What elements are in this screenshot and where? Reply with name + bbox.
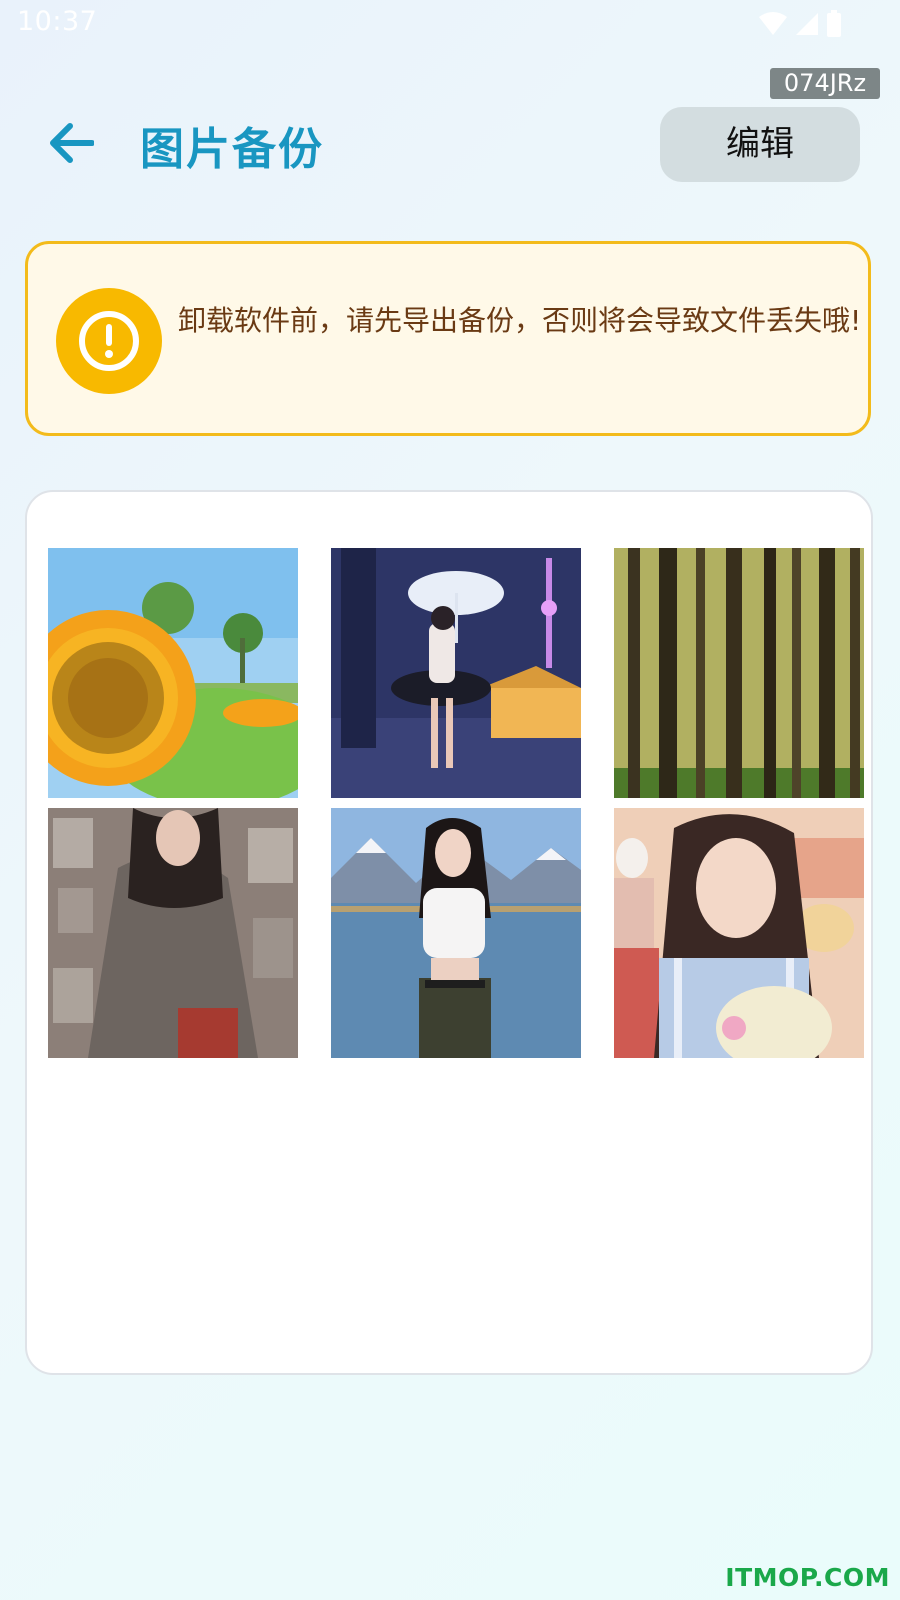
id-tag: 074JRz bbox=[770, 68, 880, 99]
edit-button[interactable]: 编辑 bbox=[660, 107, 860, 182]
image-thumbnail-forest[interactable] bbox=[614, 548, 864, 798]
battery-icon bbox=[826, 10, 842, 38]
site-watermark: ITMOP.COM bbox=[725, 1563, 890, 1592]
status-icons bbox=[758, 10, 842, 38]
image-thumbnail-newspaper-girl[interactable] bbox=[48, 808, 298, 1058]
signal-icon bbox=[794, 11, 820, 37]
wifi-icon bbox=[758, 11, 788, 37]
image-thumbnail-lake-girl[interactable] bbox=[331, 808, 581, 1058]
image-gallery bbox=[25, 490, 873, 1375]
warning-message: 卸载软件前，请先导出备份，否则将会导致文件丢失哦! bbox=[178, 304, 862, 337]
status-bar: 10:37 bbox=[0, 0, 900, 48]
image-thumbnail-umbrella-girl[interactable] bbox=[331, 548, 581, 798]
arrow-left-icon bbox=[48, 122, 95, 168]
image-thumbnail-sunflower[interactable] bbox=[48, 548, 298, 798]
status-time: 10:37 bbox=[17, 6, 98, 37]
image-thumbnail-plush-girl[interactable] bbox=[614, 808, 864, 1058]
page-title: 图片备份 bbox=[140, 124, 324, 175]
back-button[interactable] bbox=[40, 114, 102, 176]
warning-banner: 卸载软件前，请先导出备份，否则将会导致文件丢失哦! bbox=[25, 241, 871, 436]
exclamation-circle-icon bbox=[56, 288, 162, 394]
